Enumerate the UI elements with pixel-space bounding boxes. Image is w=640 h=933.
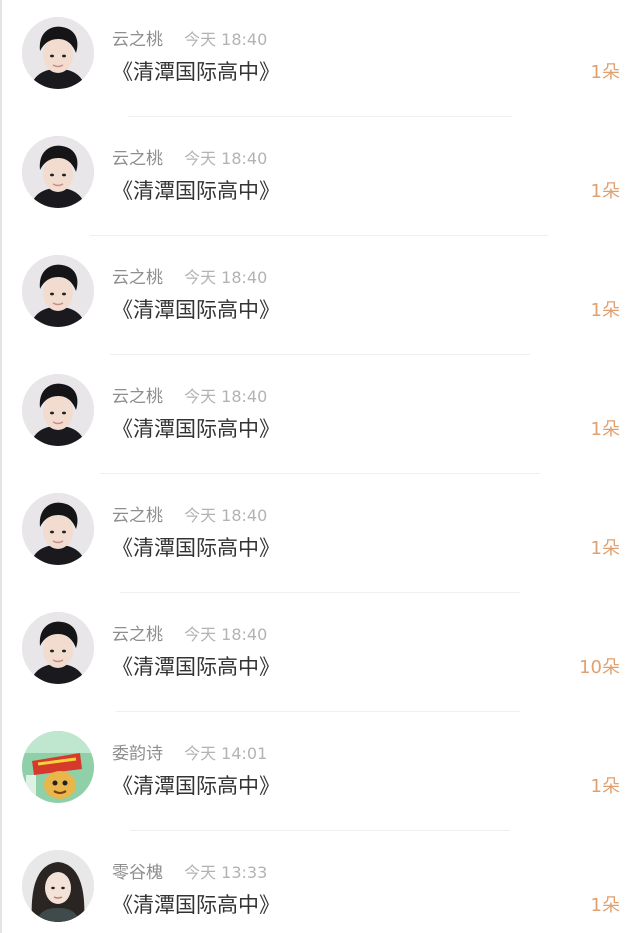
flower-count: 1朵: [590, 895, 620, 916]
flower-count: 1朵: [590, 300, 620, 321]
list-item[interactable]: 云之桃 今天 18:40 《清潭国际高中》 1朵: [0, 357, 640, 476]
timestamp: 今天 18:40: [184, 30, 268, 49]
avatar[interactable]: [22, 255, 94, 327]
divider: [110, 354, 530, 355]
divider: [100, 473, 540, 474]
list-item[interactable]: 委韵诗 今天 14:01 《清潭国际高中》 1朵: [0, 714, 640, 833]
list-item[interactable]: 云之桃 今天 18:40 《清潭国际高中》 10朵: [0, 595, 640, 714]
book-title[interactable]: 《清潭国际高中》: [112, 414, 280, 444]
flower-count: 1朵: [590, 538, 620, 559]
user-name[interactable]: 云之桃: [112, 387, 163, 407]
list-item[interactable]: 云之桃 今天 18:40 《清潭国际高中》 1朵: [0, 476, 640, 595]
user-name[interactable]: 云之桃: [112, 625, 163, 645]
avatar[interactable]: [22, 17, 94, 89]
flower-count: 1朵: [590, 776, 620, 797]
young-man-avatar-icon: [22, 255, 94, 327]
avatar[interactable]: [22, 374, 94, 446]
cartoon-sticker-avatar-icon: [22, 731, 94, 803]
timestamp: 今天 13:33: [184, 863, 268, 882]
item-meta: 云之桃 今天 18:40: [112, 266, 267, 290]
item-meta: 云之桃 今天 18:40: [112, 28, 267, 52]
divider: [116, 711, 520, 712]
divider: [90, 235, 548, 236]
avatar[interactable]: [22, 850, 94, 922]
timestamp: 今天 18:40: [184, 268, 268, 287]
book-title[interactable]: 《清潭国际高中》: [112, 176, 280, 206]
user-name[interactable]: 云之桃: [112, 30, 163, 50]
avatar[interactable]: [22, 493, 94, 565]
timestamp: 今天 14:01: [184, 744, 268, 763]
list-item[interactable]: 云之桃 今天 18:40 《清潭国际高中》 1朵: [0, 119, 640, 238]
flower-count: 1朵: [590, 181, 620, 202]
book-title[interactable]: 《清潭国际高中》: [112, 771, 280, 801]
user-name[interactable]: 云之桃: [112, 506, 163, 526]
avatar[interactable]: [22, 136, 94, 208]
avatar[interactable]: [22, 731, 94, 803]
book-title[interactable]: 《清潭国际高中》: [112, 652, 280, 682]
user-name[interactable]: 零谷槐: [112, 863, 163, 883]
item-meta: 委韵诗 今天 14:01: [112, 742, 267, 766]
item-meta: 零谷槐 今天 13:33: [112, 861, 267, 885]
young-man-avatar-icon: [22, 136, 94, 208]
avatar[interactable]: [22, 612, 94, 684]
user-name[interactable]: 云之桃: [112, 149, 163, 169]
item-meta: 云之桃 今天 18:40: [112, 385, 267, 409]
young-man-avatar-icon: [22, 612, 94, 684]
divider: [130, 830, 510, 831]
woman-avatar-icon: [22, 850, 94, 922]
flower-count: 10朵: [579, 657, 620, 678]
list-item[interactable]: 云之桃 今天 18:40 《清潭国际高中》 1朵: [0, 238, 640, 357]
item-meta: 云之桃 今天 18:40: [112, 147, 267, 171]
timestamp: 今天 18:40: [184, 625, 268, 644]
divider: [128, 116, 512, 117]
timestamp: 今天 18:40: [184, 387, 268, 406]
young-man-avatar-icon: [22, 493, 94, 565]
list-item[interactable]: 零谷槐 今天 13:33 《清潭国际高中》 1朵: [0, 833, 640, 933]
timestamp: 今天 18:40: [184, 149, 268, 168]
user-name[interactable]: 委韵诗: [112, 744, 163, 764]
book-title[interactable]: 《清潭国际高中》: [112, 533, 280, 563]
list-item[interactable]: 云之桃 今天 18:40 《清潭国际高中》 1朵: [0, 0, 640, 119]
gift-record-list: 云之桃 今天 18:40 《清潭国际高中》 1朵 云之桃 今天 18:40 《清…: [0, 0, 640, 933]
flower-count: 1朵: [590, 62, 620, 83]
item-meta: 云之桃 今天 18:40: [112, 623, 267, 647]
book-title[interactable]: 《清潭国际高中》: [112, 57, 280, 87]
book-title[interactable]: 《清潭国际高中》: [112, 295, 280, 325]
item-meta: 云之桃 今天 18:40: [112, 504, 267, 528]
flower-count: 1朵: [590, 419, 620, 440]
user-name[interactable]: 云之桃: [112, 268, 163, 288]
divider: [120, 592, 520, 593]
young-man-avatar-icon: [22, 374, 94, 446]
timestamp: 今天 18:40: [184, 506, 268, 525]
book-title[interactable]: 《清潭国际高中》: [112, 890, 280, 920]
young-man-avatar-icon: [22, 17, 94, 89]
